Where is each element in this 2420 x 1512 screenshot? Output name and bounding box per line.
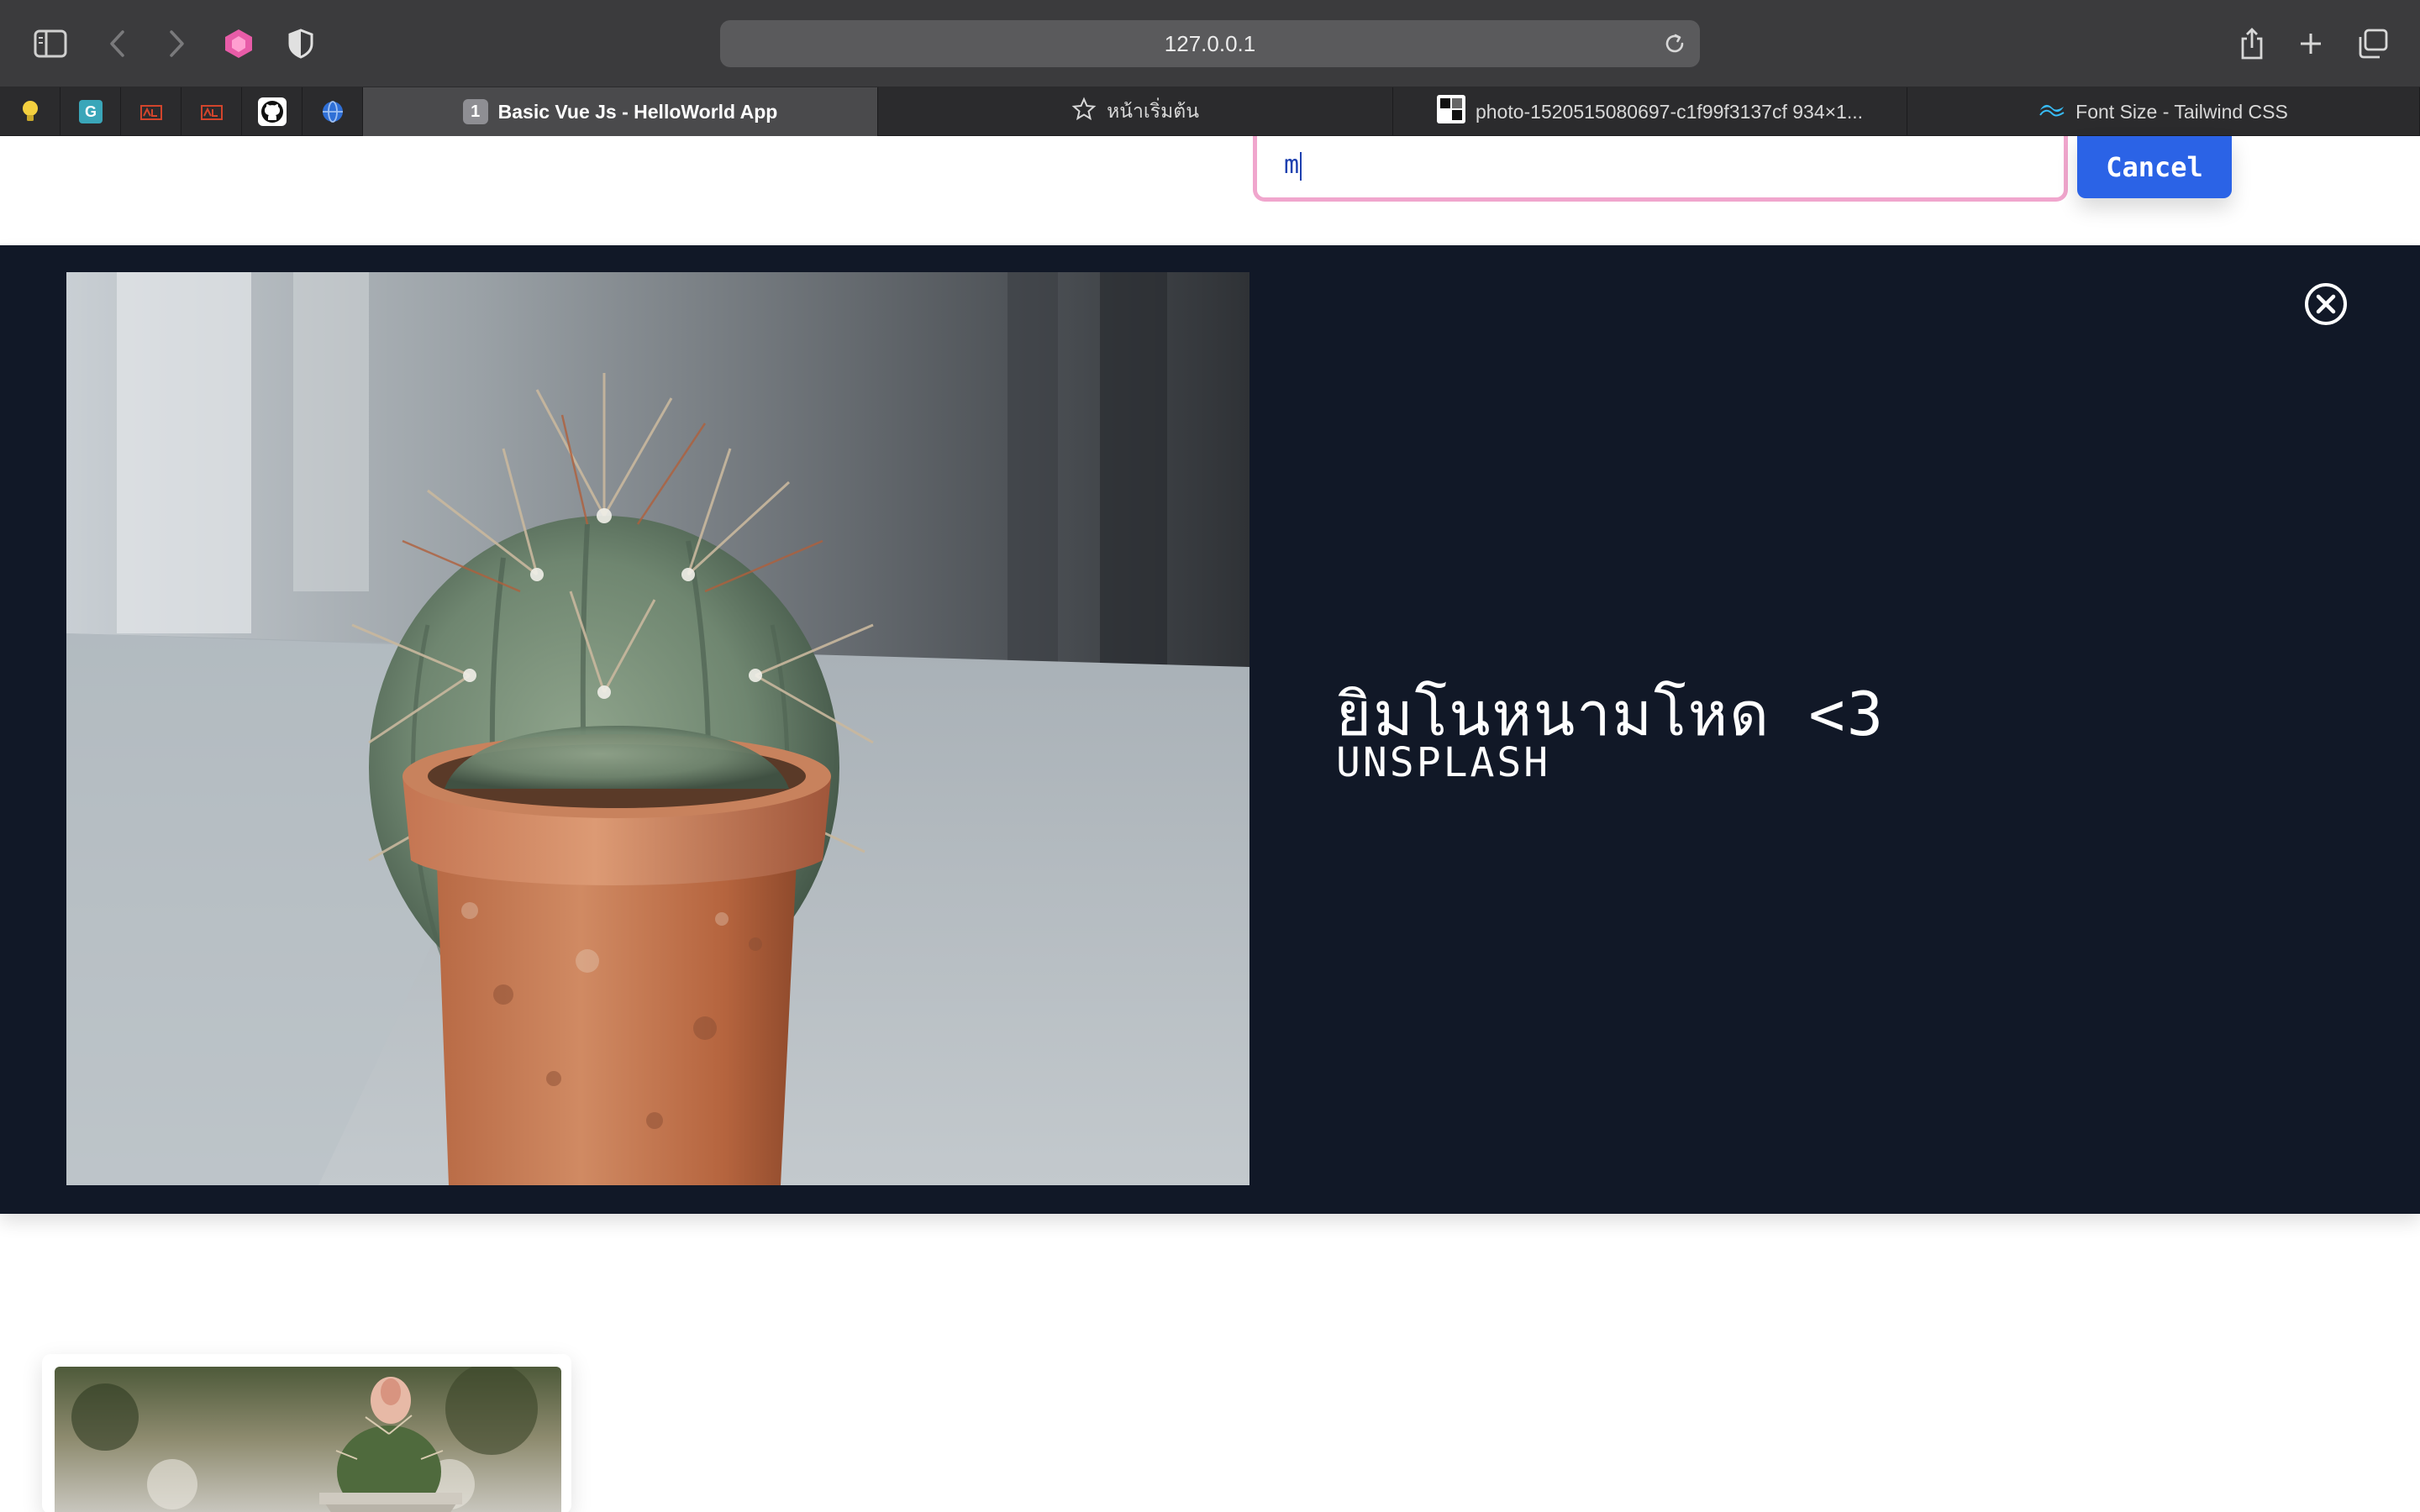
tab-label: photo-1520515080697-c1f99f3137cf 934×1..…	[1475, 100, 1864, 123]
tab-tailwind-font-size[interactable]: Font Size - Tailwind CSS	[1907, 87, 2420, 136]
search-input-value: m	[1284, 150, 1300, 180]
reload-icon[interactable]	[1661, 30, 1688, 57]
tab-bar: G 1 Basic Vue Js - HelloWorld App หน้าเร…	[0, 87, 2420, 136]
pinned-tab-globe-icon[interactable]	[302, 87, 363, 136]
search-input[interactable]: m	[1253, 136, 2068, 202]
browser-toolbar: 127.0.0.1	[0, 0, 2420, 87]
tab-label: Basic Vue Js - HelloWorld App	[497, 100, 778, 123]
sidebar-toggle-icon[interactable]	[25, 18, 76, 69]
pinned-tab-kmutt-2-icon[interactable]	[182, 87, 242, 136]
privacy-shield-icon[interactable]	[276, 18, 326, 69]
back-icon[interactable]	[92, 18, 143, 69]
photo-card[interactable]	[42, 1354, 571, 1512]
tab-label: Font Size - Tailwind CSS	[2075, 100, 2288, 123]
pinned-tab-github-icon[interactable]	[242, 87, 302, 136]
tab-number-badge: 1	[462, 99, 488, 124]
tab-basic-vue[interactable]: 1 Basic Vue Js - HelloWorld App	[363, 87, 878, 136]
photo-detail-modal: ยิมโนหนามโหด <3 UNSPLASH	[0, 245, 2420, 1214]
extension-logo-icon[interactable]	[213, 18, 264, 69]
tab-start-page[interactable]: หน้าเริ่มต้น	[878, 87, 1393, 136]
pinned-tab-kmutt-icon[interactable]	[121, 87, 182, 136]
share-icon[interactable]	[2227, 18, 2277, 69]
svg-text:G: G	[84, 103, 96, 120]
new-tab-icon[interactable]	[2286, 18, 2336, 69]
pinned-tab-lightbulb-icon[interactable]	[0, 87, 60, 136]
tab-unsplash-photo[interactable]: photo-1520515080697-c1f99f3137cf 934×1..…	[1393, 87, 1907, 136]
unsplash-icon	[1436, 95, 1465, 129]
close-icon[interactable]	[2302, 281, 2349, 328]
tailwind-icon	[2039, 101, 2065, 123]
url-text: 127.0.0.1	[1164, 31, 1256, 56]
cactus-photo	[66, 272, 1249, 1185]
card-thumbnail	[55, 1367, 561, 1512]
page-content: m Cancel ยิมโนหนามโหด <3 UNSPLASH	[0, 136, 2420, 1512]
tab-label: หน้าเริ่มต้น	[1107, 100, 1199, 122]
address-bar[interactable]: 127.0.0.1	[720, 20, 1700, 67]
text-caret	[1300, 151, 1302, 181]
tab-overview-icon[interactable]	[2348, 18, 2398, 69]
photo-source: UNSPLASH	[1336, 739, 1551, 786]
star-icon	[1071, 97, 1097, 127]
pinned-tab-g-icon[interactable]: G	[60, 87, 121, 136]
cancel-button[interactable]: Cancel	[2077, 136, 2232, 198]
forward-icon[interactable]	[151, 18, 202, 69]
